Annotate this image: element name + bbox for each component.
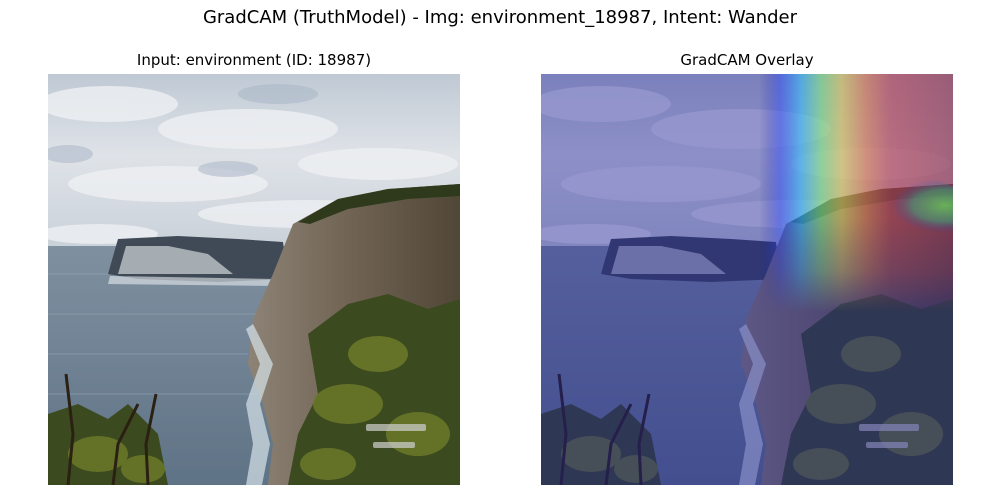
heatmap-hot-region: [541, 74, 953, 485]
overlay-panel-title: GradCAM Overlay: [680, 51, 814, 69]
gradcam-overlay-panel: [541, 74, 953, 485]
gradcam-overlay-image: [541, 74, 953, 485]
figure-title: GradCAM (TruthModel) - Img: environment_…: [202, 7, 798, 28]
input-image: [48, 74, 460, 485]
photo-content: [48, 74, 460, 485]
input-image-panel: [48, 74, 460, 485]
input-panel-title: Input: environment (ID: 18987): [136, 51, 372, 69]
